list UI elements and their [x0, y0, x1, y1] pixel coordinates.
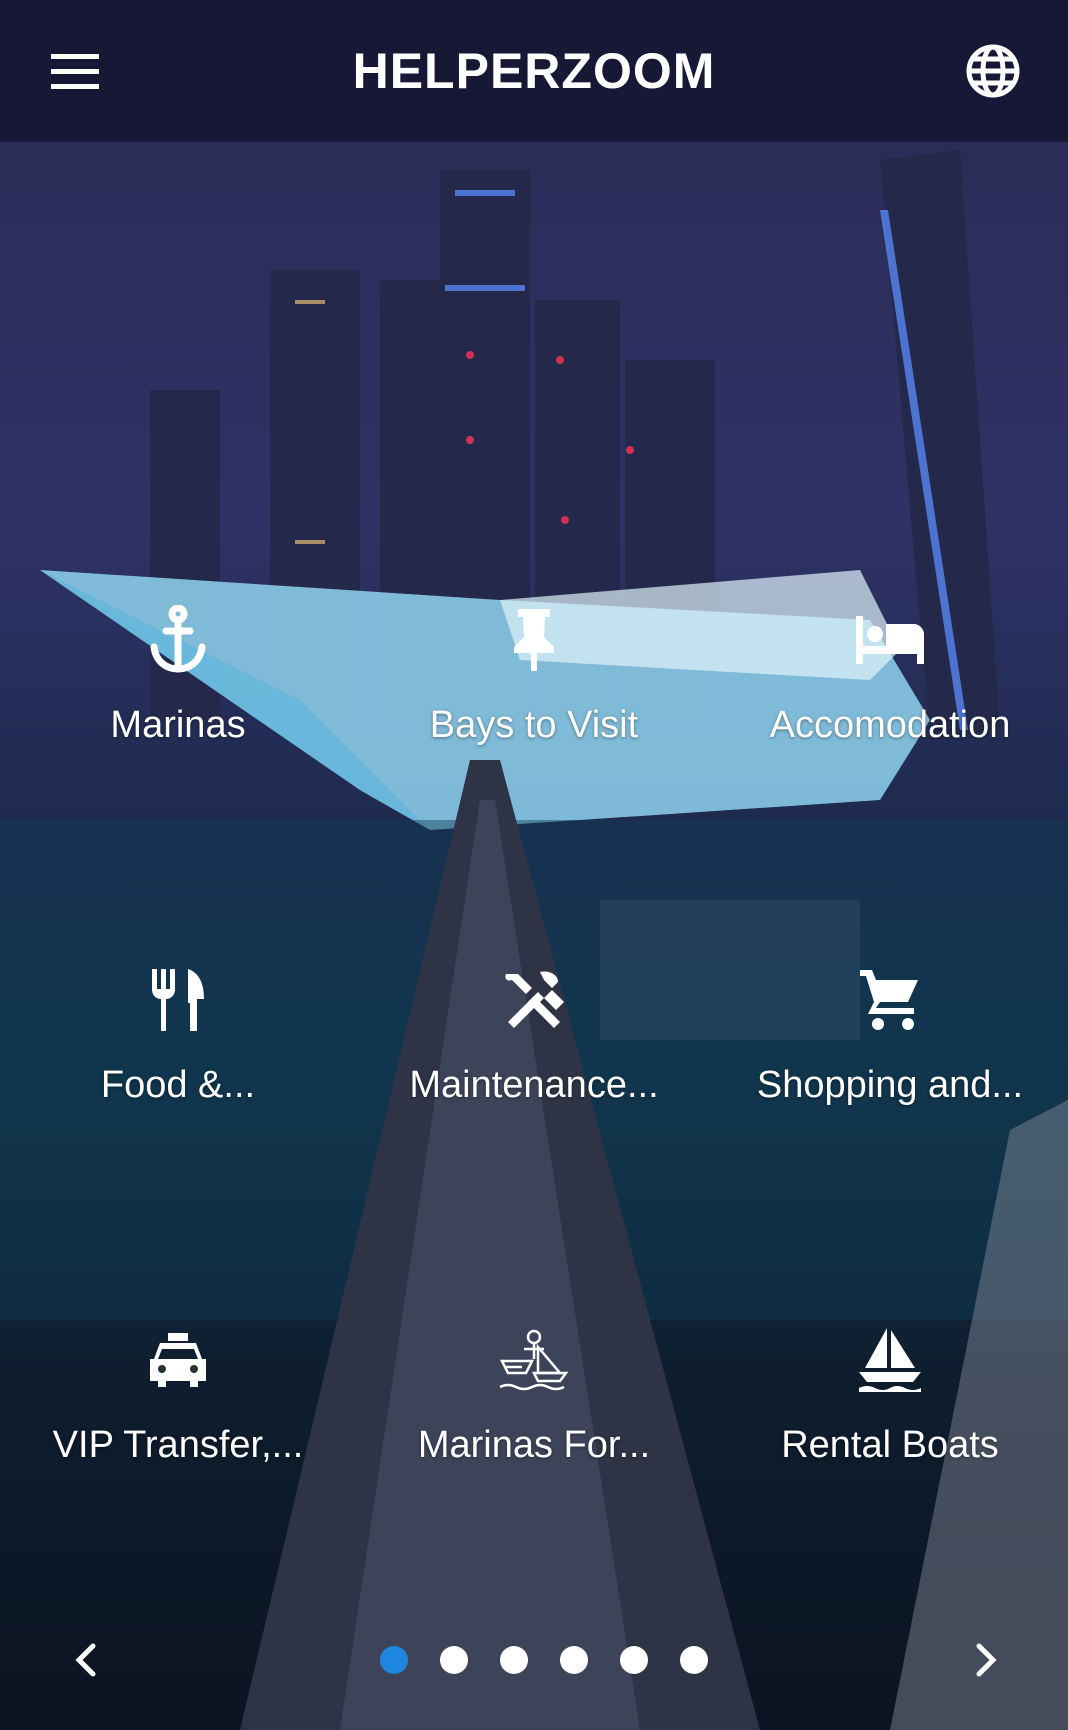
service-label: Marinas For...: [417, 1424, 651, 1466]
page-dot[interactable]: [680, 1646, 708, 1674]
shopping-cart-icon: [712, 960, 1068, 1040]
sailboat-icon: [712, 1320, 1068, 1400]
page-dot[interactable]: [620, 1646, 648, 1674]
page-dot[interactable]: [560, 1646, 588, 1674]
restaurant-icon: [0, 960, 356, 1040]
service-label: Accomodation: [769, 704, 1011, 746]
tools-icon: [356, 960, 712, 1040]
service-food[interactable]: Food &...: [0, 960, 356, 1160]
hotel-bed-icon: [712, 600, 1068, 680]
app-title: HELPERZOOM: [352, 43, 716, 99]
service-accomodation[interactable]: Accomodation: [712, 600, 1068, 800]
service-maintenance[interactable]: Maintenance...: [356, 960, 712, 1160]
service-label: Shopping and...: [756, 1064, 1024, 1106]
page-dot[interactable]: [440, 1646, 468, 1674]
service-bays-to-visit[interactable]: Bays to Visit: [356, 600, 712, 800]
taxi-icon: [0, 1320, 356, 1400]
service-label: Food &...: [100, 1064, 256, 1106]
page-dot[interactable]: [500, 1646, 528, 1674]
service-marinas[interactable]: Marinas: [0, 600, 356, 800]
ship-workers-icon: [356, 1320, 712, 1400]
page-indicator: [0, 1620, 1068, 1700]
service-shopping[interactable]: Shopping and...: [712, 960, 1068, 1160]
service-label: Rental Boats: [781, 1424, 999, 1466]
service-vip-transfer[interactable]: VIP Transfer,...: [0, 1320, 356, 1520]
anchor-icon: [0, 600, 356, 680]
service-label: VIP Transfer,...: [52, 1424, 304, 1466]
globe-icon[interactable]: [964, 42, 1022, 100]
service-marinas-for[interactable]: Marinas For...: [356, 1320, 712, 1520]
menu-icon[interactable]: [46, 42, 104, 100]
service-rental-boats[interactable]: Rental Boats: [712, 1320, 1068, 1520]
page-dots: [0, 1620, 1068, 1700]
service-label: Marinas: [110, 704, 246, 746]
chevron-right-icon[interactable]: [956, 1630, 1016, 1690]
pushpin-icon: [356, 600, 712, 680]
page-dot-active[interactable]: [380, 1646, 408, 1674]
service-label: Bays to Visit: [429, 704, 639, 746]
app-bar: HELPERZOOM: [0, 0, 1068, 142]
service-label: Maintenance...: [409, 1064, 659, 1106]
